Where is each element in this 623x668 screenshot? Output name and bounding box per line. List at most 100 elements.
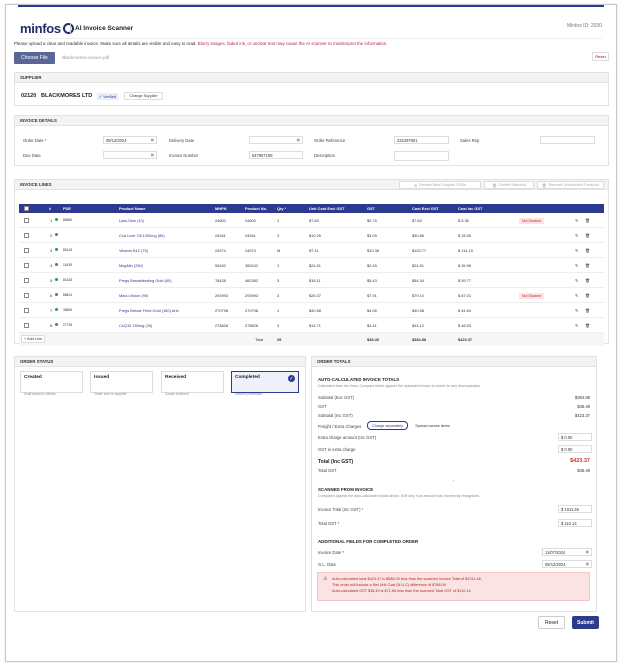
edit-icon[interactable]: ✎: [575, 323, 578, 328]
cell-name[interactable]: Vitamin B12 (75): [119, 248, 148, 253]
cell-unit: $24.51: [309, 263, 321, 268]
calendar-icon[interactable]: ▦: [297, 138, 300, 142]
cell-name[interactable]: Cod Liver Oil 1000mg (80): [119, 233, 165, 238]
delete-icon[interactable]: 🗑: [585, 293, 590, 298]
delete-icon[interactable]: 🗑: [585, 278, 590, 283]
match-status-dot: [55, 218, 58, 221]
cell-name[interactable]: MagMin (250): [119, 263, 143, 268]
review-pde-button[interactable]: ⊕ Review New Supplier PDEs: [399, 181, 481, 189]
gl-date-input[interactable]: 08/12/2024 ▦: [542, 560, 592, 568]
delivery-date-input[interactable]: ▦: [249, 136, 303, 144]
row-checkbox[interactable]: [24, 248, 29, 253]
cell-unit: $14.71: [309, 323, 321, 328]
cell-qty: 1: [277, 308, 280, 313]
status-issued[interactable]: Issued Order sent to supplier: [90, 371, 153, 396]
total-gst: $38.49: [367, 337, 379, 342]
col-qty: Qty *: [277, 206, 287, 211]
cell-cinc: $ 8.36: [458, 218, 469, 223]
cell-name[interactable]: Lyss-Sine (10): [119, 218, 144, 223]
invoice-total-input[interactable]: $ 1011.46: [558, 505, 592, 513]
calendar-icon[interactable]: ▦: [151, 153, 154, 157]
edit-icon[interactable]: ✎: [575, 263, 578, 268]
table-row: 5 81618 Pregs Breastfeeding Gold (60) 78428…: [19, 273, 604, 288]
invoice-gst-input[interactable]: $ 110.14: [558, 519, 592, 527]
order-reference-input[interactable]: 232297801: [394, 136, 449, 144]
calendar-icon[interactable]: ▦: [586, 550, 589, 554]
status-received[interactable]: Received Goods received: [161, 371, 224, 396]
collapse-icon[interactable]: ⌄: [452, 478, 455, 482]
row-checkbox[interactable]: [24, 278, 29, 283]
invoice-date-input[interactable]: 11/07/2024 ▦: [542, 548, 592, 556]
edit-icon[interactable]: ✎: [575, 218, 578, 223]
cell-name[interactable]: CoQ10 150mg (30): [119, 323, 152, 328]
cell-pno: 24941: [245, 233, 256, 238]
edit-icon[interactable]: ✎: [575, 233, 578, 238]
select-all-checkbox[interactable]: [24, 206, 29, 211]
cell-pde: 88614: [63, 293, 73, 297]
cell-cex: $7.60: [412, 218, 422, 223]
order-date-input[interactable]: 08/12/2024 ▦: [103, 136, 157, 144]
sales-rep-input[interactable]: [540, 136, 595, 144]
gst-extra-input[interactable]: $ 0.00: [558, 445, 592, 453]
row-checkbox[interactable]: [24, 263, 29, 268]
edit-icon[interactable]: ✎: [575, 248, 578, 253]
spread-across-items-option[interactable]: Spread across items: [411, 421, 454, 430]
cell-name[interactable]: Pregs Breastfeeding Gold (60): [119, 278, 172, 283]
col-cost-inc: Cost Inc GST: [458, 206, 483, 211]
totals-row: + Add Line Total 29 $38.49 $384.88 $423.…: [19, 333, 604, 346]
edit-icon[interactable]: ✎: [575, 308, 578, 313]
cell-pde: 80118: [63, 248, 72, 252]
col-pde: PDE: [63, 206, 71, 211]
cell-unit: $40.58: [309, 308, 321, 313]
cell-n: 2: [50, 233, 53, 238]
delete-icon[interactable]: 🗑: [585, 248, 590, 253]
status-created[interactable]: Created Draft saved in Minfos: [20, 371, 83, 396]
calendar-icon[interactable]: ▦: [151, 138, 154, 142]
invoice-number-input[interactable]: 647967198: [249, 151, 303, 159]
cell-n: 5: [50, 278, 53, 283]
cell-pde: 27736: [63, 323, 73, 327]
cell-pde: 11639: [63, 263, 72, 267]
delete-icon[interactable]: 🗑: [585, 308, 590, 313]
cell-cinc: $ 33.95: [458, 233, 471, 238]
change-supplier-button[interactable]: Change Supplier: [124, 92, 163, 100]
submit-button[interactable]: Submit: [572, 616, 599, 629]
row-checkbox[interactable]: [24, 233, 29, 238]
edit-icon[interactable]: ✎: [575, 293, 578, 298]
cell-name[interactable]: Pregs Breast Feed Gold (180) Anti: [119, 308, 178, 313]
charge-separately-option[interactable]: Charge separately: [367, 421, 408, 430]
delete-icon[interactable]: 🗑: [585, 323, 590, 328]
cell-qty: 3: [277, 293, 280, 298]
add-line-button[interactable]: + Add Line: [21, 335, 45, 343]
auto-calc-desc: Calculated from the lines. Compare these…: [318, 384, 482, 388]
cell-n: 3: [50, 248, 53, 253]
supplier-panel: SUPPLIER 02120 BLACKMORES LTD ✓ Verified…: [14, 72, 609, 106]
remove-unmatched-button[interactable]: 🗑 Remove Unmatched Products: [537, 181, 604, 189]
status-completed[interactable]: Completed Invoice processed ✓: [231, 371, 299, 396]
upload-note: Please upload a clear and readable invoi…: [14, 41, 388, 46]
row-checkbox[interactable]: [24, 218, 29, 223]
delete-selected-button[interactable]: 🗑 Delete Selected: [484, 181, 534, 189]
row-checkbox[interactable]: [24, 308, 29, 313]
due-date-input[interactable]: ▦: [103, 151, 157, 159]
cell-name[interactable]: Macu-Vision (90): [119, 293, 148, 298]
cell-pde: 88660: [63, 218, 73, 222]
reset-file-button[interactable]: Reset: [592, 52, 609, 61]
row-checkbox[interactable]: [24, 323, 29, 328]
delete-icon[interactable]: 🗑: [585, 233, 590, 238]
choose-file-button[interactable]: Choose File: [14, 52, 55, 64]
extra-charge-input[interactable]: $ 0.00: [558, 433, 592, 441]
order-status-panel: ORDER STATUS Created Draft saved in Minfo…: [14, 356, 306, 612]
col-unit-cost: Unit Cost Excl GST: [309, 206, 345, 211]
cell-pno: 293993: [245, 293, 258, 298]
calendar-icon[interactable]: ▦: [586, 562, 589, 566]
gl-date-label: G.L. Date: [318, 562, 336, 567]
edit-icon[interactable]: ✎: [575, 278, 578, 283]
reset-button[interactable]: Reset: [538, 616, 565, 629]
row-checkbox[interactable]: [24, 293, 29, 298]
subtotal-ex-label: Subtotal (Exc GST): [318, 395, 355, 400]
cell-mnpn: 24600: [215, 218, 226, 223]
delete-icon[interactable]: 🗑: [585, 218, 590, 223]
delete-icon[interactable]: 🗑: [585, 263, 590, 268]
description-input[interactable]: [394, 151, 449, 161]
